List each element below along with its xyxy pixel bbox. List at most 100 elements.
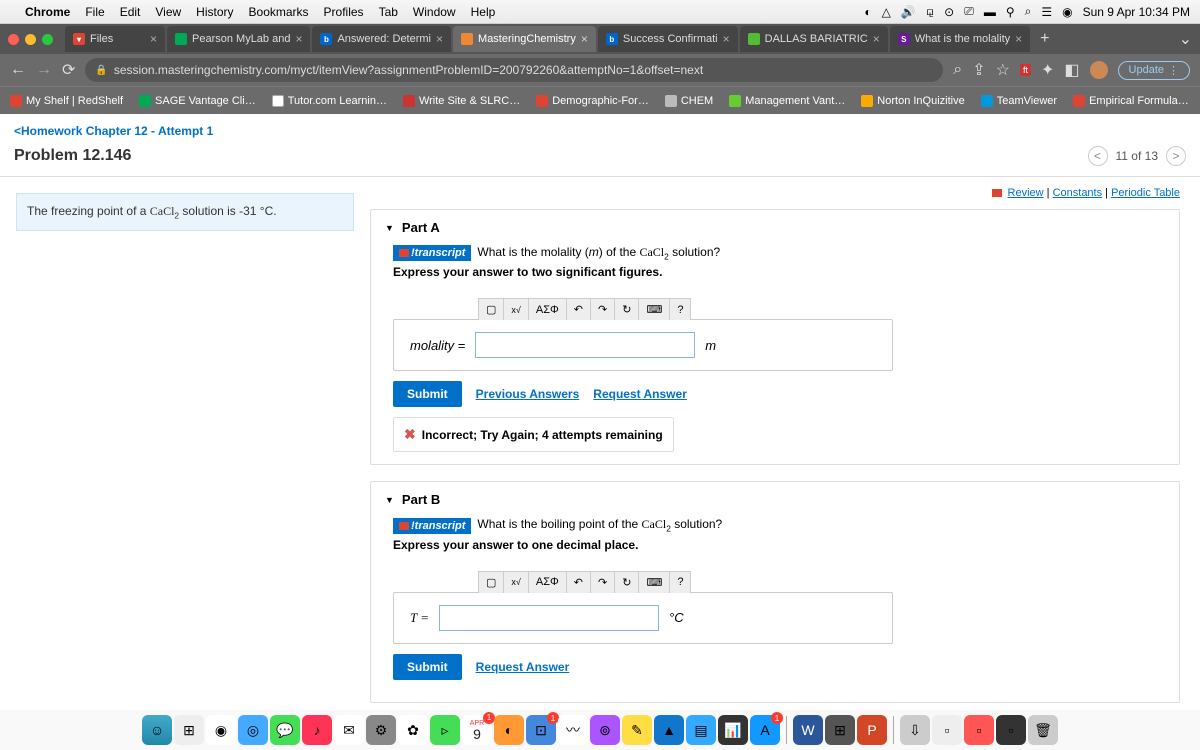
equation-toolbar[interactable]: ▢ x√ ΑΣΦ ↶ ↷ ↻ ⌨ ?: [478, 298, 691, 320]
redo-icon[interactable]: ↷: [591, 299, 615, 320]
recent-app-icon[interactable]: ▫: [932, 715, 962, 745]
template-icon[interactable]: ▢: [479, 572, 504, 593]
podcasts-icon[interactable]: ⊚: [590, 715, 620, 745]
periodic-table-link[interactable]: Periodic Table: [1111, 187, 1180, 199]
tab-pearson[interactable]: Pearson MyLab and×: [167, 26, 310, 52]
constants-link[interactable]: Constants: [1053, 187, 1103, 199]
display-icon[interactable]: ⎚: [964, 4, 974, 19]
tab-molality[interactable]: SWhat is the molality×: [890, 26, 1030, 52]
app-icon[interactable]: ⊡1: [526, 715, 556, 745]
part-b-header[interactable]: ▼ Part B: [371, 482, 1179, 517]
bookmark-sage[interactable]: SAGE Vantage Cli…: [139, 95, 256, 107]
menu-profiles[interactable]: Profiles: [324, 5, 364, 19]
bluetooth-icon[interactable]: ⚼: [926, 4, 934, 19]
new-tab-button[interactable]: +: [1032, 30, 1057, 48]
forward-button[interactable]: →: [36, 61, 52, 79]
notes-icon[interactable]: ✎: [622, 715, 652, 745]
facetime-icon[interactable]: ▹: [430, 715, 460, 745]
mail-icon[interactable]: ✉: [334, 715, 364, 745]
close-icon[interactable]: ×: [150, 32, 157, 46]
submit-button-a[interactable]: Submit: [393, 381, 462, 407]
keyboard-icon[interactable]: ⌨: [639, 299, 670, 320]
close-icon[interactable]: ×: [581, 32, 588, 46]
bookmark-norton[interactable]: Norton InQuizitive: [861, 95, 964, 107]
molality-input[interactable]: [475, 332, 695, 358]
template-icon[interactable]: ▢: [479, 299, 504, 320]
breadcrumb[interactable]: <Homework Chapter 12 - Attempt 1: [0, 114, 1200, 142]
app-icon[interactable]: ▤: [686, 715, 716, 745]
equation-toolbar[interactable]: ▢ x√ ΑΣΦ ↶ ↷ ↻ ⌨ ?: [478, 571, 691, 593]
photos-icon[interactable]: ✿: [398, 715, 428, 745]
bookmark-empirical[interactable]: Empirical Formula…: [1073, 95, 1189, 107]
close-icon[interactable]: ×: [1015, 32, 1022, 46]
control-center-icon[interactable]: ☰: [1041, 5, 1052, 19]
keyboard-icon[interactable]: ⌨: [639, 572, 670, 593]
status-icon[interactable]: ◐: [864, 5, 871, 19]
part-a-header[interactable]: ▼ Part A: [371, 210, 1179, 245]
back-button[interactable]: ←: [10, 61, 26, 79]
help-icon[interactable]: ?: [670, 572, 690, 593]
fraction-icon[interactable]: x√: [504, 299, 528, 320]
clock[interactable]: Sun 9 Apr 10:34 PM: [1083, 5, 1190, 19]
next-problem-button[interactable]: >: [1166, 146, 1186, 166]
appstore-icon[interactable]: A1: [750, 715, 780, 745]
reset-icon[interactable]: ↻: [615, 299, 639, 320]
safari-icon[interactable]: ◎: [238, 715, 268, 745]
messages-icon[interactable]: 💬: [270, 715, 300, 745]
freeform-icon[interactable]: 〰: [558, 715, 588, 745]
previous-answers-link[interactable]: Previous Answers: [476, 387, 580, 401]
bookmark-chem[interactable]: CHEM: [665, 95, 713, 107]
temperature-input[interactable]: [439, 605, 659, 631]
menu-view[interactable]: View: [155, 5, 181, 19]
undo-icon[interactable]: ↶: [567, 299, 591, 320]
music-icon[interactable]: ♪: [302, 715, 332, 745]
menu-file[interactable]: File: [85, 5, 104, 19]
search-in-page-icon[interactable]: ⌕: [953, 61, 962, 79]
app-icon[interactable]: ⊞: [825, 715, 855, 745]
review-link[interactable]: Review: [1008, 187, 1044, 199]
bookmark-demographic[interactable]: Demographic-For…: [536, 95, 649, 107]
volume-icon[interactable]: 🔊: [901, 5, 916, 19]
menu-help[interactable]: Help: [471, 5, 496, 19]
wifi-icon[interactable]: ⚲: [1006, 5, 1015, 19]
downloads-icon[interactable]: ⇩: [900, 715, 930, 745]
tab-mastering-chemistry[interactable]: MasteringChemistry×: [453, 26, 596, 52]
greek-icon[interactable]: ΑΣΦ: [529, 572, 567, 593]
siri-icon[interactable]: ◉: [1062, 5, 1072, 19]
tab-files[interactable]: ▾Files×: [65, 26, 165, 52]
request-answer-link-b[interactable]: Request Answer: [476, 660, 570, 674]
trash-icon[interactable]: 🗑: [1028, 715, 1058, 745]
prev-problem-button[interactable]: <: [1088, 146, 1108, 166]
transcript-tag[interactable]: !transcript: [393, 245, 471, 261]
bookmark-management[interactable]: Management Vant…: [729, 95, 845, 107]
close-icon[interactable]: ×: [723, 32, 730, 46]
menu-bookmarks[interactable]: Bookmarks: [249, 5, 309, 19]
settings-icon[interactable]: ⚙: [366, 715, 396, 745]
share-icon[interactable]: ⇪: [972, 60, 985, 80]
calendar-icon[interactable]: APR91: [462, 715, 492, 745]
update-button[interactable]: Update⋮: [1118, 61, 1190, 80]
extensions-icon[interactable]: ✦: [1041, 60, 1054, 80]
fraction-icon[interactable]: x√: [504, 572, 528, 593]
word-icon[interactable]: W: [793, 715, 823, 745]
redo-icon[interactable]: ↷: [591, 572, 615, 593]
reset-icon[interactable]: ↻: [615, 572, 639, 593]
chrome-icon[interactable]: ◉: [206, 715, 236, 745]
tab-dallas[interactable]: DALLAS BARIATRIC×: [740, 26, 888, 52]
recent-app-icon[interactable]: ▫: [964, 715, 994, 745]
tab-success[interactable]: bSuccess Confirmati×: [598, 26, 738, 52]
bookmark-writesite[interactable]: Write Site & SLRC…: [403, 95, 520, 107]
help-icon[interactable]: ?: [670, 299, 690, 320]
bookmark-teamviewer[interactable]: TeamViewer: [981, 95, 1057, 107]
app-icon[interactable]: ▲: [654, 715, 684, 745]
finder-icon[interactable]: ☺: [142, 715, 172, 745]
powerpoint-icon[interactable]: P: [857, 715, 887, 745]
submit-button-b[interactable]: Submit: [393, 654, 462, 680]
menu-tab[interactable]: Tab: [379, 5, 398, 19]
bookmark-tutor[interactable]: Tutor.com Learnin…: [272, 95, 387, 107]
window-controls[interactable]: [8, 34, 53, 45]
greek-icon[interactable]: ΑΣΦ: [529, 299, 567, 320]
app-name[interactable]: Chrome: [25, 5, 70, 19]
close-icon[interactable]: ×: [436, 32, 443, 46]
reload-button[interactable]: ⟳: [62, 60, 75, 80]
